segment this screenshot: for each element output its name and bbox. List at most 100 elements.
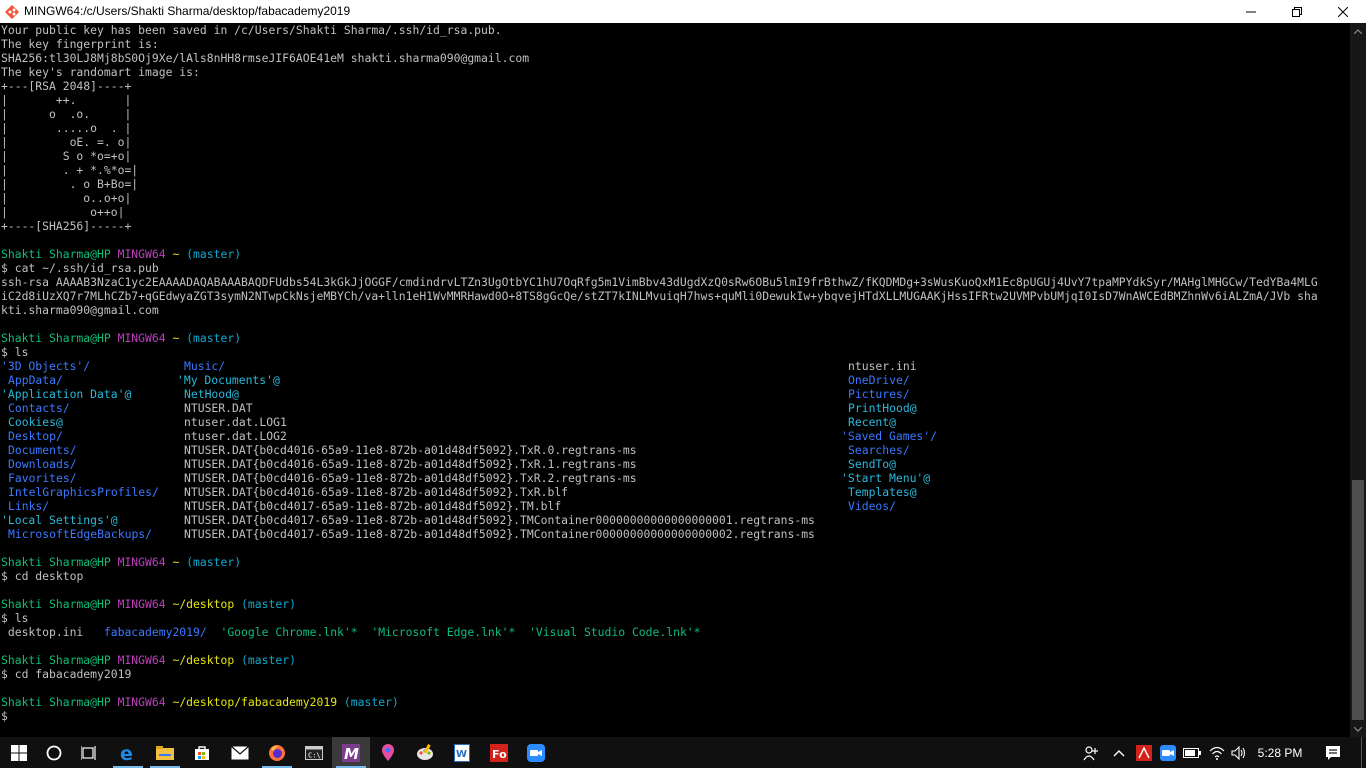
listing-entry: NTUSER.DAT{b0cd4017-65a9-11e8-872b-a01d4…	[184, 513, 815, 527]
scroll-thumb[interactable]	[1352, 480, 1364, 720]
people-button[interactable]	[1080, 737, 1102, 768]
listing-row: Favorites/NTUSER.DAT{b0cd4016-65a9-11e8-…	[1, 471, 1318, 485]
svg-text:e: e	[120, 744, 133, 762]
tray-zoom-button[interactable]	[1157, 737, 1179, 768]
volume-button[interactable]	[1228, 737, 1250, 768]
randomart-line: | o..o+o|	[1, 191, 132, 205]
tray-acrobat-button[interactable]	[1133, 737, 1155, 768]
listing-entry: ntuser.dat.LOG2	[184, 429, 287, 443]
keygen-output: Your public key has been saved in /c/Use…	[1, 23, 1318, 233]
output-line: kti.sharma090@gmail.com	[1, 303, 159, 317]
wifi-button[interactable]	[1206, 737, 1228, 768]
output-line: Your public key has been saved in /c/Use…	[1, 23, 502, 37]
prompt-env: MINGW64	[117, 695, 166, 709]
listing-entry: NTUSER.DAT{b0cd4016-65a9-11e8-872b-a01d4…	[184, 485, 569, 499]
listing-entry: desktop.ini	[7, 625, 84, 639]
prompt-user: Shakti Sharma@HP	[1, 695, 111, 709]
randomart-line: | . o B+Bo=|	[1, 177, 139, 191]
scroll-down-button[interactable]	[1350, 721, 1366, 737]
vertical-scrollbar[interactable]	[1350, 23, 1366, 737]
file-explorer-button[interactable]	[146, 737, 184, 768]
output-line: The key's randomart image is:	[1, 65, 200, 79]
acrobat-tray-icon	[1136, 744, 1152, 761]
clock[interactable]: 5:28 PM	[1250, 737, 1310, 768]
terminal-area[interactable]: Your public key has been saved in /c/Use…	[0, 23, 1350, 737]
prompt-user: Shakti Sharma@HP	[1, 653, 111, 667]
paint-button[interactable]	[406, 737, 444, 768]
randomart-line: | S o *o=+o|	[1, 149, 132, 163]
store-button[interactable]	[183, 737, 221, 768]
command-line: $ ls	[1, 611, 1318, 625]
mingw-icon: M	[342, 743, 360, 762]
listing-row: Desktop/ntuser.dat.LOG2 'Saved Games'/	[1, 429, 1318, 443]
zoom-tray-icon	[1160, 744, 1176, 761]
paint-icon	[417, 743, 433, 760]
minimize-button[interactable]	[1228, 0, 1274, 23]
task-view-icon	[81, 745, 96, 760]
action-center-button[interactable]	[1318, 737, 1348, 768]
maximize-button[interactable]	[1274, 0, 1320, 23]
notification-icon	[1326, 745, 1340, 760]
close-button[interactable]	[1320, 0, 1366, 23]
desktop-listing: desktop.ini fabacademy2019/ 'Google Chro…	[1, 625, 1318, 639]
listing-row: AppData/ 'My Documents'@ OneDrive/	[1, 373, 1318, 387]
listing-entry: Pictures/	[848, 387, 910, 401]
output-line: ssh-rsa AAAAB3NzaC1yc2EAAAADAQABAAABAQDF…	[1, 275, 1318, 289]
maps-button[interactable]	[369, 737, 407, 768]
firefox-icon	[269, 744, 285, 761]
file-explorer-icon	[156, 745, 174, 760]
prompt-user: Shakti Sharma@HP	[1, 247, 111, 261]
battery-button[interactable]	[1181, 737, 1203, 768]
listing-entry: Searches/	[848, 443, 910, 457]
listing-entry: 'Application Data'@	[1, 387, 132, 401]
directory-listing: '3D Objects'/ Music/ntuser.ini AppData/ 'My…	[1, 359, 1318, 541]
listing-entry: NTUSER.DAT	[184, 401, 253, 415]
zoom-button[interactable]	[517, 737, 555, 768]
firefox-button[interactable]	[258, 737, 296, 768]
listing-entry: Links/	[8, 499, 50, 513]
listing-entry: 'Local Settings'@	[1, 513, 118, 527]
prompt-branch: (master)	[186, 247, 242, 261]
listing-entry: ntuser.ini	[848, 359, 917, 373]
task-view-button[interactable]	[70, 737, 108, 768]
writer-button[interactable]: W	[443, 737, 481, 768]
show-hidden-icons-button[interactable]	[1108, 737, 1130, 768]
listing-entry: AppData/	[8, 373, 63, 387]
cortana-circle-icon	[46, 745, 62, 760]
prompt-env: MINGW64	[117, 653, 166, 667]
svg-text:C:\: C:\	[308, 751, 321, 759]
show-desktop-button[interactable]	[1361, 737, 1366, 768]
prompt-symbol: $	[1, 667, 8, 681]
acrobat-button[interactable]: Fo	[480, 737, 518, 768]
listing-row: MicrosoftEdgeBackups/NTUSER.DAT{b0cd4017…	[1, 527, 1318, 541]
speaker-icon	[1231, 745, 1246, 760]
edge-browser-button[interactable]: e	[109, 737, 147, 768]
mail-icon	[231, 745, 249, 759]
listing-row: '3D Objects'/ Music/ntuser.ini	[1, 359, 1318, 373]
listing-entry: Contacts/	[8, 401, 70, 415]
title-bar[interactable]: MINGW64:/c/Users/Shakti Sharma/desktop/f…	[0, 0, 1366, 23]
listing-entry: NetHood@	[184, 387, 239, 401]
command-text: ls	[14, 611, 29, 625]
acrobat-icon: Fo	[490, 743, 508, 762]
scroll-up-button[interactable]	[1350, 23, 1366, 39]
start-button[interactable]	[0, 737, 38, 768]
cortana-button[interactable]	[35, 737, 73, 768]
prompt-branch: (master)	[241, 653, 296, 667]
listing-entry: 'My Documents'@	[177, 373, 280, 387]
output-line: SHA256:tl30LJ8Mj8bS0Oj9Xe/lAls8nHH8rmseJ…	[1, 51, 530, 65]
terminal-app-button[interactable]: C:\	[295, 737, 333, 768]
command-line: $ cat ~/.ssh/id_rsa.pub	[1, 261, 1318, 275]
mail-button[interactable]	[221, 737, 259, 768]
prompt-symbol: $	[1, 709, 8, 723]
command-line[interactable]: $	[1, 709, 1318, 723]
mingw-button[interactable]: M	[332, 737, 370, 768]
prompt-line: Shakti Sharma@HP MINGW64 ~/desktop (mast…	[1, 653, 1318, 667]
randomart-line: | oE. =. o|	[1, 135, 132, 149]
listing-entry: Cookies@	[8, 415, 63, 429]
prompt-line: Shakti Sharma@HP MINGW64 ~ (master)	[1, 331, 1318, 345]
restore-icon	[1292, 6, 1302, 17]
